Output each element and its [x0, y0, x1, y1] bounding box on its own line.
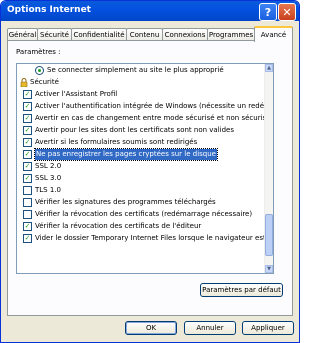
tab-connections[interactable]: Connexions — [162, 28, 208, 40]
setting-row[interactable]: Vérifier la révocation des certificats (… — [17, 209, 273, 220]
settings-list[interactable]: Se connecter simplement au site le plus … — [16, 63, 274, 274]
setting-row[interactable]: ✓ Activer l'authentification intégrée de … — [17, 101, 273, 112]
cancel-button[interactable]: Annuler — [184, 321, 236, 335]
tab-privacy[interactable]: Confidentialité — [71, 28, 127, 40]
checkbox[interactable]: ✓ — [23, 150, 32, 159]
setting-row[interactable]: ✓ Vérifier la révocation des certificats … — [17, 221, 273, 232]
vertical-scrollbar[interactable]: ▲ ▼ — [264, 64, 273, 273]
checkbox[interactable]: ✓ — [23, 90, 32, 99]
setting-label[interactable]: Ne pas enregistrer les pages cryptées su… — [34, 148, 218, 161]
setting-label[interactable]: Vérifier la révocation des certificats (… — [35, 209, 252, 220]
setting-label[interactable]: Vérifier les signatures des programmes t… — [35, 197, 216, 208]
setting-row[interactable]: ✓ Avertir pour les sites dont les certifi… — [17, 125, 273, 136]
restore-defaults-button[interactable]: Paramètres par défaut — [200, 283, 283, 297]
setting-row[interactable]: ✓ SSL 3.0 — [17, 173, 273, 184]
setting-label[interactable]: Vider le dossier Temporary Internet File… — [35, 233, 273, 244]
lock-icon — [20, 78, 28, 87]
checkbox[interactable] — [23, 186, 32, 195]
checkbox[interactable]: ✓ — [23, 102, 32, 111]
help-button[interactable]: ? — [259, 3, 277, 21]
setting-row[interactable]: ✓ Vider le dossier Temporary Internet Fil… — [17, 233, 273, 244]
setting-row[interactable]: Vérifier les signatures des programmes t… — [17, 197, 273, 208]
checkbox[interactable]: ✓ — [23, 234, 32, 243]
setting-row[interactable]: ✓ Ne pas enregistrer les pages cryptées s… — [17, 148, 273, 161]
setting-row[interactable]: TLS 1.0 — [17, 185, 273, 196]
close-button[interactable]: ✕ — [278, 3, 296, 21]
scroll-down-arrow-icon[interactable]: ▼ — [265, 265, 273, 273]
title-bar[interactable]: Options Internet ? ✕ — [1, 1, 299, 21]
scroll-thumb[interactable] — [265, 214, 273, 256]
checkbox[interactable] — [23, 210, 32, 219]
close-icon: ✕ — [282, 5, 292, 19]
setting-label[interactable]: Avertir si les formulaires soumis sont r… — [35, 137, 197, 148]
setting-label[interactable]: Activer l'authentification intégrée de W… — [35, 101, 273, 112]
setting-label[interactable]: Avertir pour les sites dont les certific… — [35, 125, 234, 136]
setting-row[interactable]: Se connecter simplement au site le plus … — [17, 65, 273, 76]
apply-button[interactable]: Appliquer — [242, 321, 294, 335]
help-icon: ? — [264, 5, 272, 19]
setting-label[interactable]: SSL 3.0 — [35, 173, 61, 184]
scroll-up-arrow-icon[interactable]: ▲ — [265, 64, 273, 72]
setting-label[interactable]: SSL 2.0 — [35, 161, 61, 172]
checkbox[interactable]: ✓ — [23, 222, 32, 231]
tab-general[interactable]: Général — [7, 28, 38, 40]
advanced-panel: Paramètres : Se connecter simplement au … — [7, 40, 293, 316]
tab-advanced[interactable]: Avancé — [254, 26, 293, 42]
setting-row[interactable]: ✓ Avertir si les formulaires soumis sont … — [17, 137, 273, 148]
tab-content[interactable]: Contenu — [126, 28, 163, 40]
setting-label[interactable]: Activer l'Assistant Profil — [35, 89, 117, 100]
setting-label[interactable]: Avertir en cas de changement entre mode … — [35, 113, 270, 124]
radio-button[interactable] — [35, 66, 44, 75]
settings-label: Paramètres : — [16, 48, 61, 56]
checkbox[interactable]: ✓ — [23, 114, 32, 123]
setting-row[interactable]: ✓ Activer l'Assistant Profil — [17, 89, 273, 100]
radio-dot-icon — [38, 69, 41, 72]
setting-label[interactable]: Vérifier la révocation des certificats d… — [35, 221, 201, 232]
checkbox[interactable]: ✓ — [23, 162, 32, 171]
window-title: Options Internet — [7, 5, 91, 15]
tab-programs[interactable]: Programmes — [207, 28, 255, 40]
setting-label[interactable]: TLS 1.0 — [35, 185, 61, 196]
ok-button[interactable]: OK — [125, 321, 177, 335]
checkbox[interactable]: ✓ — [23, 126, 32, 135]
options-internet-dialog: Options Internet ? ✕ Général Sécurité Co… — [0, 0, 300, 343]
checkbox[interactable] — [23, 198, 32, 207]
tab-security[interactable]: Sécurité — [37, 28, 72, 40]
setting-row[interactable]: ✓ Avertir en cas de changement entre mode… — [17, 113, 273, 124]
setting-row[interactable]: ✓ SSL 2.0 — [17, 161, 273, 172]
checkbox[interactable]: ✓ — [23, 174, 32, 183]
group-label: Sécurité — [30, 78, 59, 86]
setting-label[interactable]: Se connecter simplement au site le plus … — [47, 65, 224, 76]
setting-row: Sécurité — [17, 77, 273, 88]
checkbox[interactable]: ✓ — [23, 138, 32, 147]
